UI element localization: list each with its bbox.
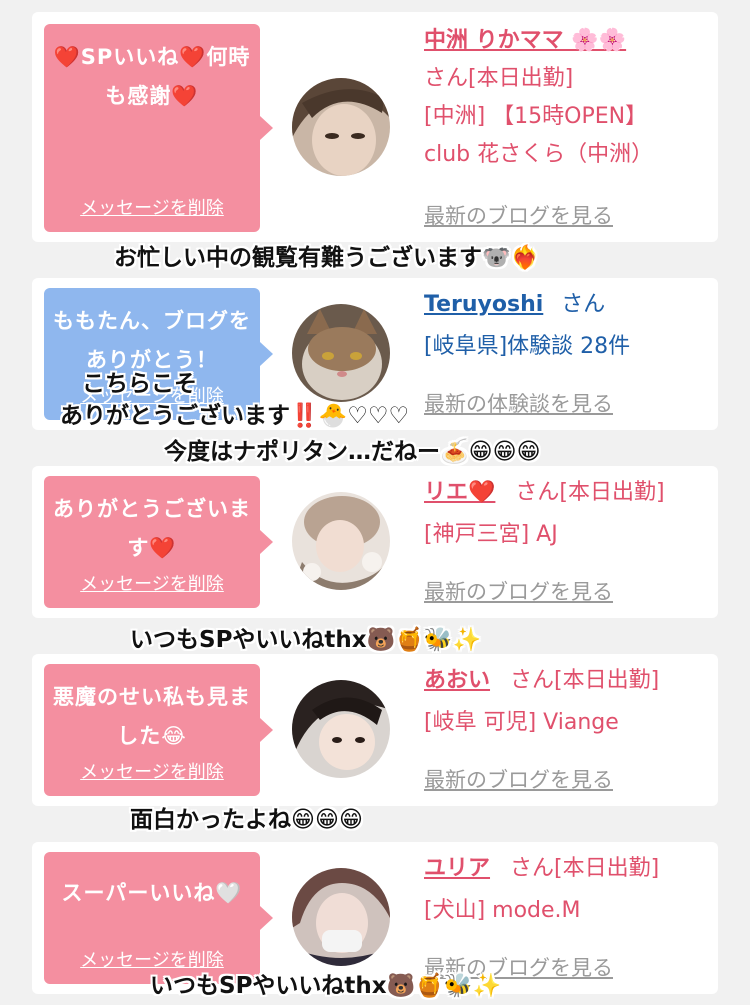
sender-info: ユリア さん[本日出勤] [犬山] mode.M — [424, 850, 710, 930]
sender-review-count: [岐阜県]体験談 28件 — [424, 334, 631, 359]
avatar[interactable] — [292, 304, 390, 402]
message-bubble: ❤️SPいいね❤️何時も感謝❤️ メッセージを削除 — [44, 24, 273, 232]
sticker-text: 今度はナポリタン…だねー🍝😁😁😁 — [164, 439, 541, 465]
latest-blog-link[interactable]: 最新のブログを見る — [424, 200, 613, 230]
delete-message-link[interactable]: メッセージを削除 — [44, 570, 260, 596]
message-card: ありがとうございます❤️ メッセージを削除 リエ❤️ さん[本日出勤] [神戸三宮… — [32, 466, 718, 618]
sender-shop: [神戸三宮] AJ — [424, 522, 558, 547]
sender-info: リエ❤️ さん[本日出勤] [神戸三宮] AJ — [424, 474, 710, 554]
message-text: スーパーいいね🤍 — [61, 881, 243, 905]
sender-info: 中洲 りかママ 🌸🌸 さん[本日出勤] [中洲] 【15時OPEN】 club … — [424, 22, 710, 174]
avatar[interactable] — [292, 680, 390, 778]
avatar[interactable] — [292, 492, 390, 590]
message-text: 悪魔のせい私も見ました😂 — [53, 685, 251, 748]
sender-name[interactable]: リエ❤️ — [424, 480, 495, 505]
message-card: ❤️SPいいね❤️何時も感謝❤️ メッセージを削除 中洲 りかママ 🌸🌸 さん[… — [32, 12, 718, 242]
sender-info: Teruyoshi さん [岐阜県]体験談 28件 — [424, 286, 710, 366]
sticker-text: いつもSPやいいねthx🐻🍯🐝✨ — [150, 973, 502, 999]
latest-blog-link[interactable]: 最新のブログを見る — [424, 764, 613, 794]
sticker-text: こちらこそ — [82, 371, 197, 397]
sticker-text: いつもSPやいいねthx🐻🍯🐝✨ — [130, 627, 482, 653]
sender-status: さん[本日出勤] — [424, 66, 574, 91]
sticker-text: 面白かったよね😁😁😁 — [130, 807, 363, 833]
sender-shop: club 花さくら（中洲） — [424, 142, 654, 167]
latest-review-link[interactable]: 最新の体験談を見る — [424, 388, 613, 418]
message-card: 悪魔のせい私も見ました😂 メッセージを削除 あおい さん[本日出勤] [岐阜 可児… — [32, 654, 718, 806]
message-bubble: ありがとうございます❤️ メッセージを削除 — [44, 476, 273, 608]
sender-shop: [犬山] mode.M — [424, 898, 581, 923]
sender-name[interactable]: ユリア — [424, 856, 490, 881]
message-bubble: 悪魔のせい私も見ました😂 メッセージを削除 — [44, 664, 273, 796]
message-bubble: スーパーいいね🤍 メッセージを削除 — [44, 852, 273, 984]
sender-honorific: さん — [561, 292, 606, 317]
sender-name[interactable]: あおい — [424, 668, 490, 693]
sender-area: [中洲] 【15時OPEN】 — [424, 104, 648, 129]
sender-info: あおい さん[本日出勤] [岐阜 可児] Viange — [424, 662, 710, 742]
avatar[interactable] — [292, 78, 390, 176]
sender-status: さん[本日出勤] — [510, 668, 660, 693]
delete-message-link[interactable]: メッセージを削除 — [44, 758, 260, 784]
sender-shop: [岐阜 可児] Viange — [424, 710, 619, 735]
sender-name[interactable]: Teruyoshi — [424, 292, 543, 317]
latest-blog-link[interactable]: 最新のブログを見る — [424, 576, 613, 606]
message-text: ❤️SPいいね❤️何時も感謝❤️ — [53, 45, 251, 108]
avatar[interactable] — [292, 868, 390, 966]
sticker-text: お忙しい中の観覧有難うございます🐨❤️‍🔥 — [114, 245, 540, 271]
sender-status: さん[本日出勤] — [510, 856, 660, 881]
message-text: ありがとうございます❤️ — [53, 497, 251, 560]
sticker-text: ありがとうございます‼️🐣♡♡♡ — [60, 403, 410, 429]
delete-message-link[interactable]: メッセージを削除 — [44, 194, 260, 220]
sender-status: さん[本日出勤] — [515, 480, 665, 505]
sender-name[interactable]: 中洲 りかママ 🌸🌸 — [424, 28, 626, 53]
